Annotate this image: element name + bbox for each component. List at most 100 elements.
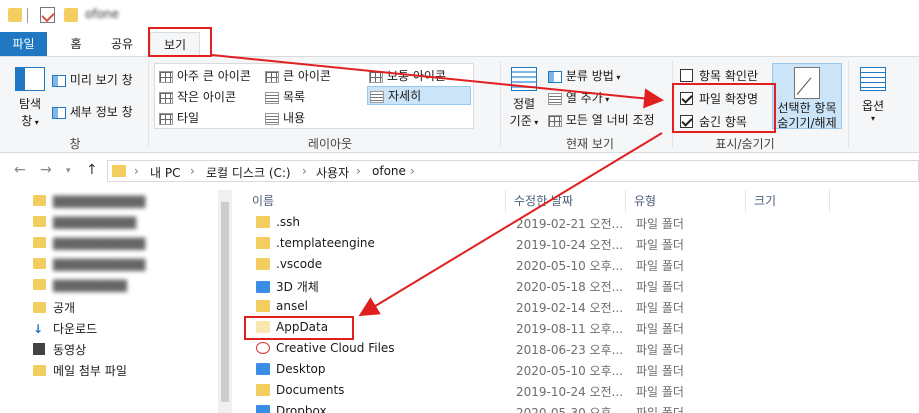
table-row[interactable]: 3D 개체 2020-05-18 오전... 파일 폴더	[244, 275, 919, 296]
table-row[interactable]: Desktop 2020-05-10 오후... 파일 폴더	[244, 359, 919, 380]
nav-item-label: ▇▇▇▇▇▇▇▇	[53, 278, 127, 292]
tab-share[interactable]: 공유	[102, 32, 142, 56]
folder-icon	[33, 365, 46, 376]
column-header-size[interactable]: 크기	[746, 190, 830, 212]
add-columns-button[interactable]: 열 추가 ▾	[548, 89, 609, 106]
file-type: 파일 폴더	[636, 280, 684, 294]
nav-item-label: ▇▇▇▇▇▇▇▇▇	[53, 215, 137, 229]
folder-icon	[256, 258, 270, 270]
group-label-current-view: 현재 보기	[566, 137, 614, 151]
size-all-columns-button[interactable]: 모든 열 너비 조정	[548, 111, 655, 128]
address-bar[interactable]: › 내 PC › 로컬 디스크 (C:) › 사용자 › ofone ›	[107, 160, 919, 182]
layout-item-label: 타일	[177, 111, 200, 125]
navigation-pane: ▇▇▇▇▇▇▇▇▇▇ ▇▇▇▇▇▇▇▇▇ ▇▇▇▇▇▇▇▇▇▇ ▇▇▇▇▇▇▇▇…	[0, 190, 236, 413]
file-date: 2018-06-23 오후...	[516, 343, 624, 357]
nav-item-label: 메일 첨부 파일	[53, 364, 127, 378]
back-icon[interactable]: ←	[14, 162, 26, 178]
hide-document-icon	[794, 67, 820, 99]
new-folder-icon[interactable]	[64, 8, 78, 22]
file-type: 파일 폴더	[636, 217, 684, 231]
sort-by-button[interactable]: 정렬 기준 ▾	[506, 67, 542, 129]
video-icon	[33, 343, 45, 355]
folder-icon	[33, 279, 46, 290]
breadcrumb-this-pc[interactable]: 내 PC	[150, 164, 180, 181]
size-columns-icon	[548, 114, 562, 127]
nav-item-videos[interactable]: 동영상	[33, 341, 86, 361]
item-checkboxes-toggle[interactable]: 항목 확인란	[680, 67, 758, 84]
creative-cloud-icon	[256, 342, 270, 354]
hide-selected-label-2: 숨기기/해제	[777, 116, 837, 130]
table-row[interactable]: .templateengine 2019-10-24 오전... 파일 폴더	[244, 233, 919, 254]
preview-pane-button[interactable]: 미리 보기 창	[52, 71, 133, 88]
nav-item-public[interactable]: 공개	[33, 299, 75, 319]
navigation-pane-button[interactable]: 탐색 창 ▾	[10, 67, 50, 129]
details-pane-icon	[52, 106, 66, 119]
nav-item[interactable]: ▇▇▇▇▇▇▇▇▇▇	[33, 194, 145, 214]
nav-item[interactable]: ▇▇▇▇▇▇▇▇	[33, 278, 127, 298]
layout-extra-large-icons[interactable]: 아주 큰 아이콘	[159, 67, 251, 84]
layout-item-label: 큰 아이콘	[283, 69, 331, 83]
nav-item-label: ▇▇▇▇▇▇▇▇▇▇	[53, 257, 146, 271]
size-columns-label: 모든 열 너비 조정	[565, 113, 655, 127]
hide-selected-items-button[interactable]: 선택한 항목 숨기기/해제	[772, 63, 842, 130]
group-by-button[interactable]: 분류 방법 ▾	[548, 67, 620, 84]
layout-content[interactable]: 내용	[265, 109, 305, 126]
divider	[27, 8, 28, 23]
layout-large-icons[interactable]: 큰 아이콘	[265, 67, 331, 84]
up-icon[interactable]: ↑	[86, 162, 98, 178]
layout-item-label: 작은 아이콘	[177, 90, 237, 104]
forward-icon[interactable]: →	[40, 162, 52, 178]
nav-pane-scrollbar[interactable]	[218, 190, 232, 413]
file-name: .vscode	[276, 257, 323, 271]
column-header-name[interactable]: 이름	[244, 190, 506, 212]
table-row[interactable]: ansel 2019-02-14 오전... 파일 폴더	[244, 296, 919, 317]
sort-icon	[511, 67, 537, 91]
table-row[interactable]: .ssh 2019-02-21 오전... 파일 폴더	[244, 212, 919, 233]
breadcrumb-ofone[interactable]: ofone	[372, 164, 406, 178]
layout-item-label: 보통 아이콘	[387, 69, 447, 83]
table-row[interactable]: .vscode 2020-05-10 오후... 파일 폴더	[244, 254, 919, 275]
layout-medium-icons[interactable]: 보통 아이콘	[369, 67, 446, 84]
file-name: .ssh	[276, 215, 300, 229]
tab-home[interactable]: 홈	[58, 32, 94, 56]
ribbon-tabs: 파일 홈 공유 보기	[0, 32, 919, 56]
layout-tiles[interactable]: 타일	[159, 109, 199, 126]
column-header-date[interactable]: 수정한 날짜	[506, 190, 626, 212]
table-row[interactable]: Dropbox 2020-05-30 오후... 파일 폴더	[244, 401, 919, 413]
recent-locations-icon[interactable]: ▾	[66, 166, 71, 176]
properties-icon[interactable]	[40, 7, 55, 23]
layout-small-icons[interactable]: 작은 아이콘	[159, 88, 236, 105]
preview-pane-label: 미리 보기 창	[69, 73, 133, 87]
layout-list[interactable]: 목록	[265, 88, 305, 105]
options-button[interactable]: 옵션 ▾	[856, 67, 890, 123]
breadcrumb-users[interactable]: 사용자	[316, 164, 349, 181]
nav-item-label: ▇▇▇▇▇▇▇▇▇▇	[53, 236, 146, 250]
large-icons-icon	[265, 70, 279, 83]
content-icon	[265, 112, 279, 125]
download-icon: ↓	[33, 322, 44, 336]
nav-item-downloads[interactable]: ↓ 다운로드	[33, 320, 97, 340]
address-row: ← → ▾ ↑ › 내 PC › 로컬 디스크 (C:) › 사용자 › ofo…	[0, 155, 919, 187]
file-type: 파일 폴더	[636, 364, 684, 378]
checkbox[interactable]	[680, 69, 693, 82]
table-row[interactable]: Documents 2019-10-24 오전... 파일 폴더	[244, 380, 919, 401]
scrollbar-thumb[interactable]	[221, 202, 229, 402]
small-icons-icon	[159, 91, 173, 104]
file-date: 2019-10-24 오전...	[516, 385, 624, 399]
folder-icon	[112, 165, 126, 177]
item-checkboxes-label: 항목 확인란	[699, 69, 759, 83]
details-pane-button[interactable]: 세부 정보 창	[52, 103, 133, 120]
tab-file[interactable]: 파일	[0, 32, 47, 56]
nav-item[interactable]: ▇▇▇▇▇▇▇▇▇	[33, 215, 136, 235]
file-name: Dropbox	[276, 404, 327, 413]
group-by-icon	[548, 70, 562, 83]
table-row[interactable]: Creative Cloud Files 2018-06-23 오후... 파일 폴…	[244, 338, 919, 359]
group-label-show-hide: 표시/숨기기	[715, 137, 775, 151]
nav-item[interactable]: ▇▇▇▇▇▇▇▇▇▇	[33, 236, 145, 256]
nav-item[interactable]: ▇▇▇▇▇▇▇▇▇▇	[33, 257, 145, 277]
layout-details[interactable]: 자세히	[367, 86, 471, 105]
column-header-type[interactable]: 유형	[626, 190, 746, 212]
breadcrumb-local-disk[interactable]: 로컬 디스크 (C:)	[206, 164, 291, 181]
nav-item-mail-attachments[interactable]: 메일 첨부 파일	[33, 362, 127, 382]
file-date: 2020-05-10 오후...	[516, 364, 624, 378]
